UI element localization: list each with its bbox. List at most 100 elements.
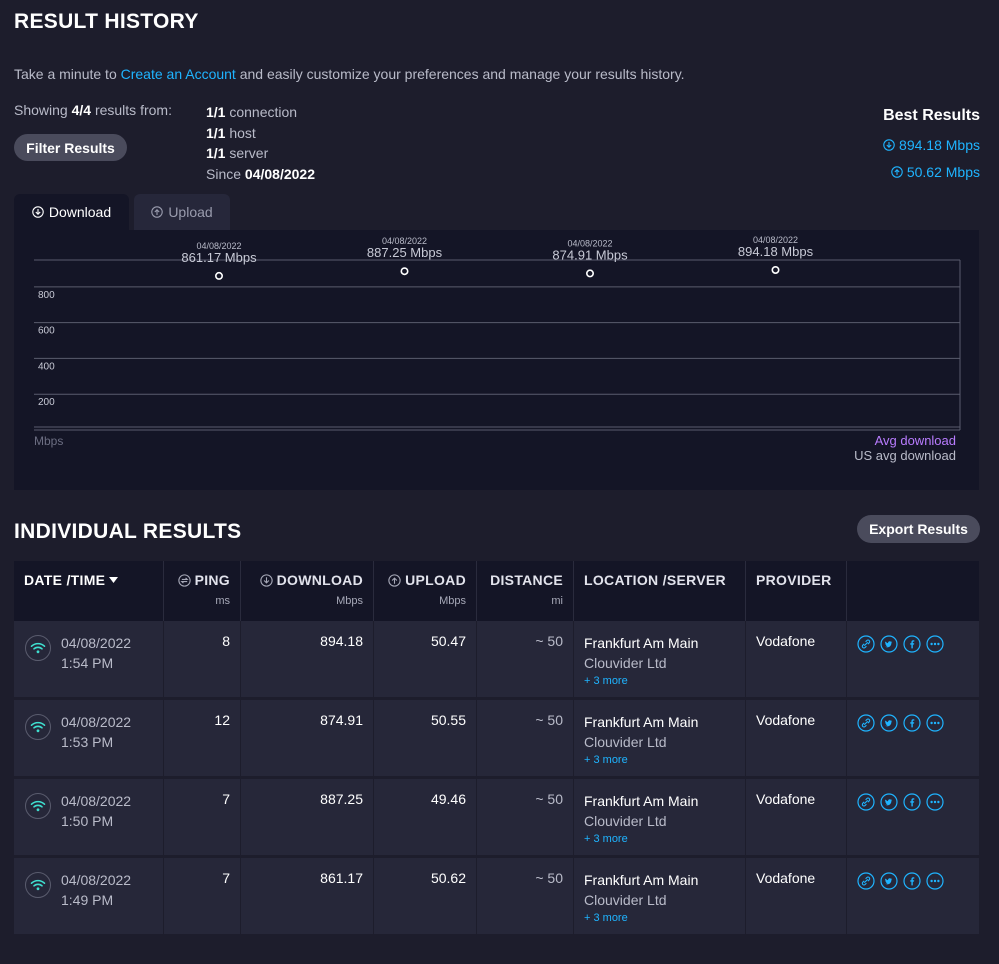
table-row[interactable]: 04/08/2022 1:49 PM 7 861.17 50.62 ~ 50 F… [14,858,979,934]
more-servers-link[interactable]: + 3 more [584,912,735,924]
detail-host: 1/1 host [206,124,256,141]
cell-download: 861.17 [241,858,374,934]
cell-download: 894.18 [241,621,374,697]
row-time: 1:54 PM [61,655,114,671]
cell-location-server: Frankfurt Am Main Clouvider Ltd + 3 more [574,700,746,776]
facebook-icon[interactable] [903,872,921,890]
more-icon[interactable] [926,793,944,811]
link-icon[interactable] [857,635,875,653]
data-point[interactable] [400,267,409,276]
twitter-icon[interactable] [880,635,898,653]
cell-distance: ~ 50 [477,858,574,934]
table-header: DATE /TIME PING ms DOWNLOAD Mbps UPLOAD … [14,561,979,621]
filter-results-button[interactable]: Filter Results [14,134,127,161]
y-unit-label: Mbps [34,434,63,448]
row-date: 04/08/2022 [61,793,132,809]
download-circle-icon [259,573,273,587]
row-server: Clouvider Ltd [584,734,667,750]
cell-date-time: 04/08/2022 1:49 PM [14,858,164,934]
twitter-icon[interactable] [880,714,898,732]
link-icon[interactable] [857,714,875,732]
row-time: 1:53 PM [61,734,114,750]
data-point[interactable] [771,265,780,274]
y-tick-label: 800 [38,290,55,301]
point-value-label: 894.18 Mbps [738,244,814,259]
cell-distance: ~ 50 [477,779,574,855]
point-value-label: 874.91 Mbps [552,247,628,262]
tab-download[interactable]: Download [14,194,129,230]
row-server: Clouvider Ltd [584,813,667,829]
wifi-icon [25,635,51,661]
y-tick-label: 200 [38,397,55,408]
row-server: Clouvider Ltd [584,655,667,671]
tab-upload[interactable]: Upload [134,194,230,230]
twitter-icon[interactable] [880,793,898,811]
col-download[interactable]: DOWNLOAD Mbps [241,561,374,621]
cell-date-time: 04/08/2022 1:54 PM [14,621,164,697]
row-date: 04/08/2022 [61,714,132,730]
cell-location-server: Frankfurt Am Main Clouvider Ltd + 3 more [574,858,746,934]
cell-provider: Vodafone [746,858,847,934]
cell-download: 874.91 [241,700,374,776]
detail-connection: 1/1 connection [206,104,298,120]
col-location-server[interactable]: LOCATION /SERVER [574,561,746,621]
table-row[interactable]: 04/08/2022 1:54 PM 8 894.18 50.47 ~ 50 F… [14,621,979,697]
cell-ping: 7 [164,779,241,855]
data-point[interactable] [585,269,594,278]
col-date-time[interactable]: DATE /TIME [14,561,164,621]
row-date: 04/08/2022 [61,635,132,651]
table-row[interactable]: 04/08/2022 1:53 PM 12 874.91 50.55 ~ 50 … [14,700,979,776]
row-location: Frankfurt Am Main [584,635,699,651]
more-icon[interactable] [926,714,944,732]
detail-server: 1/1 server [206,145,269,161]
col-ping[interactable]: PING ms [164,561,241,621]
cell-distance: ~ 50 [477,621,574,697]
sort-down-icon [109,577,119,583]
more-servers-link[interactable]: + 3 more [584,833,735,845]
cell-provider: Vodafone [746,700,847,776]
cell-location-server: Frankfurt Am Main Clouvider Ltd + 3 more [574,779,746,855]
cell-distance: ~ 50 [477,700,574,776]
best-upload: 50.62 Mbps [891,164,980,180]
col-upload[interactable]: UPLOAD Mbps [374,561,477,621]
col-distance[interactable]: DISTANCE mi [477,561,574,621]
row-server: Clouvider Ltd [584,892,667,908]
facebook-icon[interactable] [903,793,921,811]
data-point[interactable] [215,271,224,280]
legend-us-avg-download: US avg download [854,448,956,463]
table-row[interactable]: 04/08/2022 1:50 PM 7 887.25 49.46 ~ 50 F… [14,779,979,855]
more-icon[interactable] [926,872,944,890]
cell-ping: 8 [164,621,241,697]
more-icon[interactable] [926,635,944,653]
point-value-label: 887.25 Mbps [367,245,443,260]
download-circle-icon [883,139,895,151]
y-tick-label: 600 [38,326,55,337]
wifi-icon [25,872,51,898]
ping-icon [177,573,191,587]
row-location: Frankfurt Am Main [584,793,699,809]
link-icon[interactable] [857,872,875,890]
cell-share [847,700,979,776]
wifi-icon [25,714,51,740]
cell-ping: 12 [164,700,241,776]
col-provider[interactable]: PROVIDER [746,561,847,621]
download-chart: 200400600800 04/08/2022861.17 Mbps04/08/… [34,235,961,463]
showing-summary: Showing 4/4 results from: [14,102,172,118]
cell-date-time: 04/08/2022 1:53 PM [14,700,164,776]
twitter-icon[interactable] [880,872,898,890]
link-icon[interactable] [857,793,875,811]
cell-share [847,621,979,697]
facebook-icon[interactable] [903,714,921,732]
more-servers-link[interactable]: + 3 more [584,675,735,687]
y-tick-label: 400 [38,361,55,372]
export-results-button[interactable]: Export Results [857,515,980,543]
upload-circle-icon [388,573,401,587]
download-chart-panel: 200 400 600 800 04/08/2022 861.17 Mbps 04/08/… [14,230,979,490]
upload-circle-icon [151,206,164,218]
more-servers-link[interactable]: + 3 more [584,754,735,766]
facebook-icon[interactable] [903,635,921,653]
create-account-link[interactable]: Create an Account [121,66,236,82]
best-results-title: Best Results [883,107,980,124]
wifi-icon [25,793,51,819]
cell-ping: 7 [164,858,241,934]
